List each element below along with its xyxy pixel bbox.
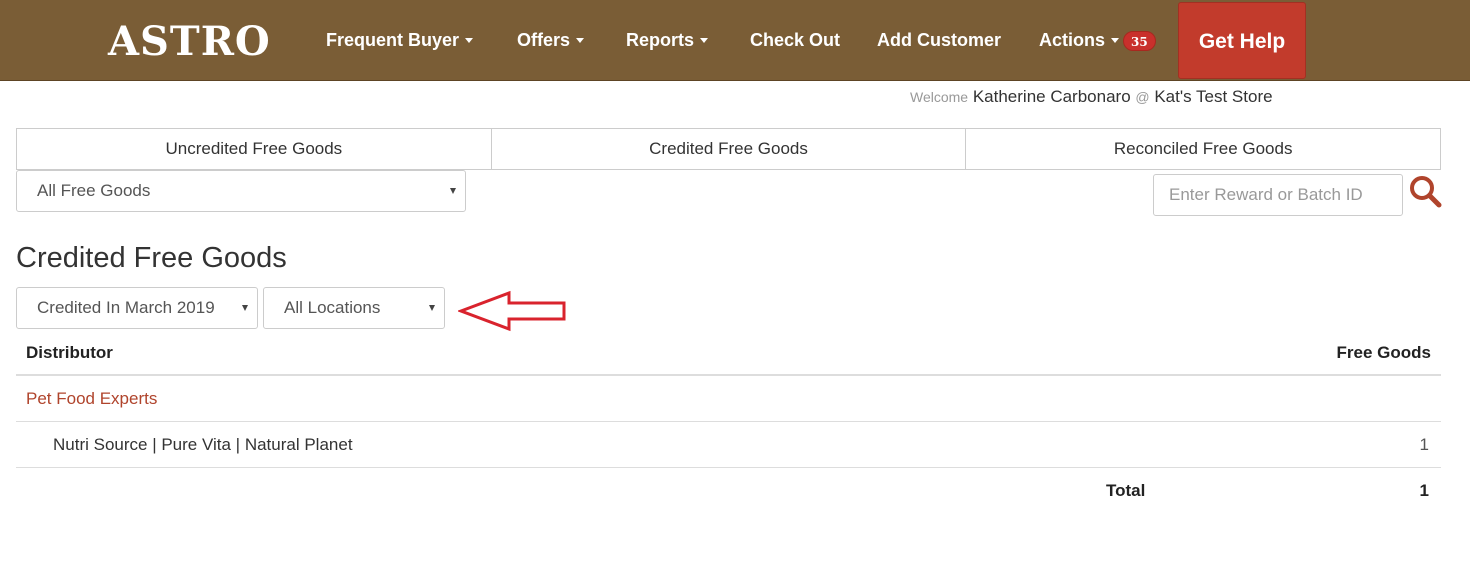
total-row: Total 1 xyxy=(16,468,1441,514)
magnifier-icon[interactable] xyxy=(1408,174,1442,208)
credited-period-select[interactable]: Credited In March 2019 xyxy=(16,287,258,329)
tab-credited-free-goods[interactable]: Credited Free Goods xyxy=(491,128,967,170)
chevron-down-icon xyxy=(465,37,474,43)
free-goods-type-select[interactable]: All Free Goods xyxy=(16,170,466,212)
select-arrow-icon xyxy=(450,188,456,194)
notification-badge: 35 xyxy=(1123,31,1156,52)
get-help-button[interactable]: Get Help xyxy=(1178,2,1306,79)
nav-frequent-buyer[interactable]: Frequent Buyer xyxy=(326,28,474,52)
tab-uncredited-free-goods[interactable]: Uncredited Free Goods xyxy=(16,128,492,170)
tab-reconciled-free-goods[interactable]: Reconciled Free Goods xyxy=(966,128,1442,170)
free-goods-tabs: Uncredited Free Goods Credited Free Good… xyxy=(16,128,1442,170)
left-arrow-icon xyxy=(458,290,566,332)
nav-check-out-label: Check Out xyxy=(750,30,841,50)
nav-frequent-buyer-label: Frequent Buyer xyxy=(326,30,460,50)
distributor-column-header: Distributor xyxy=(26,343,113,362)
nav-check-out[interactable]: Check Out xyxy=(750,28,840,52)
location-value: All Locations xyxy=(284,298,381,317)
nav-offers[interactable]: Offers xyxy=(517,28,585,52)
top-navbar: ASTRO Frequent Buyer Offers Reports Chec… xyxy=(0,0,1470,81)
table-row: Nutri Source | Pure Vita | Natural Plane… xyxy=(16,422,1441,468)
chevron-down-icon xyxy=(576,37,585,43)
location-select[interactable]: All Locations xyxy=(263,287,445,329)
nav-actions[interactable]: Actions 35 xyxy=(1039,28,1156,52)
credited-period-value: Credited In March 2019 xyxy=(37,298,215,317)
nav-reports-label: Reports xyxy=(626,30,695,50)
nav-add-customer[interactable]: Add Customer xyxy=(877,28,1001,52)
store-name: Kat's Test Store xyxy=(1154,87,1273,106)
nav-actions-label: Actions xyxy=(1039,30,1106,50)
product-name: Nutri Source | Pure Vita | Natural Plane… xyxy=(53,435,353,454)
welcome-prefix: Welcome xyxy=(910,89,969,105)
page-title: Credited Free Goods xyxy=(16,242,287,274)
free-goods-column-header: Free Goods xyxy=(1336,343,1431,362)
reward-batch-search-input[interactable] xyxy=(1153,174,1403,216)
astro-logo[interactable]: ASTRO xyxy=(108,18,271,66)
chevron-down-icon xyxy=(700,37,709,43)
total-label: Total xyxy=(1106,481,1146,500)
table-header-row: Distributor Free Goods xyxy=(16,330,1441,376)
nav-reports[interactable]: Reports xyxy=(626,28,709,52)
free-goods-type-value: All Free Goods xyxy=(37,181,151,200)
welcome-line: Welcome Katherine Carbonaro @ Kat's Test… xyxy=(910,86,1273,108)
at-symbol: @ xyxy=(1135,89,1150,105)
distributor-link[interactable]: Pet Food Experts xyxy=(26,388,157,410)
user-name: Katherine Carbonaro xyxy=(972,87,1131,106)
distributor-group-row: Pet Food Experts xyxy=(16,376,1441,422)
select-arrow-icon xyxy=(429,305,435,311)
total-value: 1 xyxy=(1419,481,1429,500)
chevron-down-icon xyxy=(1111,37,1120,43)
free-goods-count: 1 xyxy=(1419,435,1429,454)
nav-offers-label: Offers xyxy=(517,30,571,50)
select-arrow-icon xyxy=(242,305,248,311)
credited-free-goods-table: Distributor Free Goods Pet Food Experts … xyxy=(16,330,1441,514)
nav-add-customer-label: Add Customer xyxy=(877,30,1002,50)
